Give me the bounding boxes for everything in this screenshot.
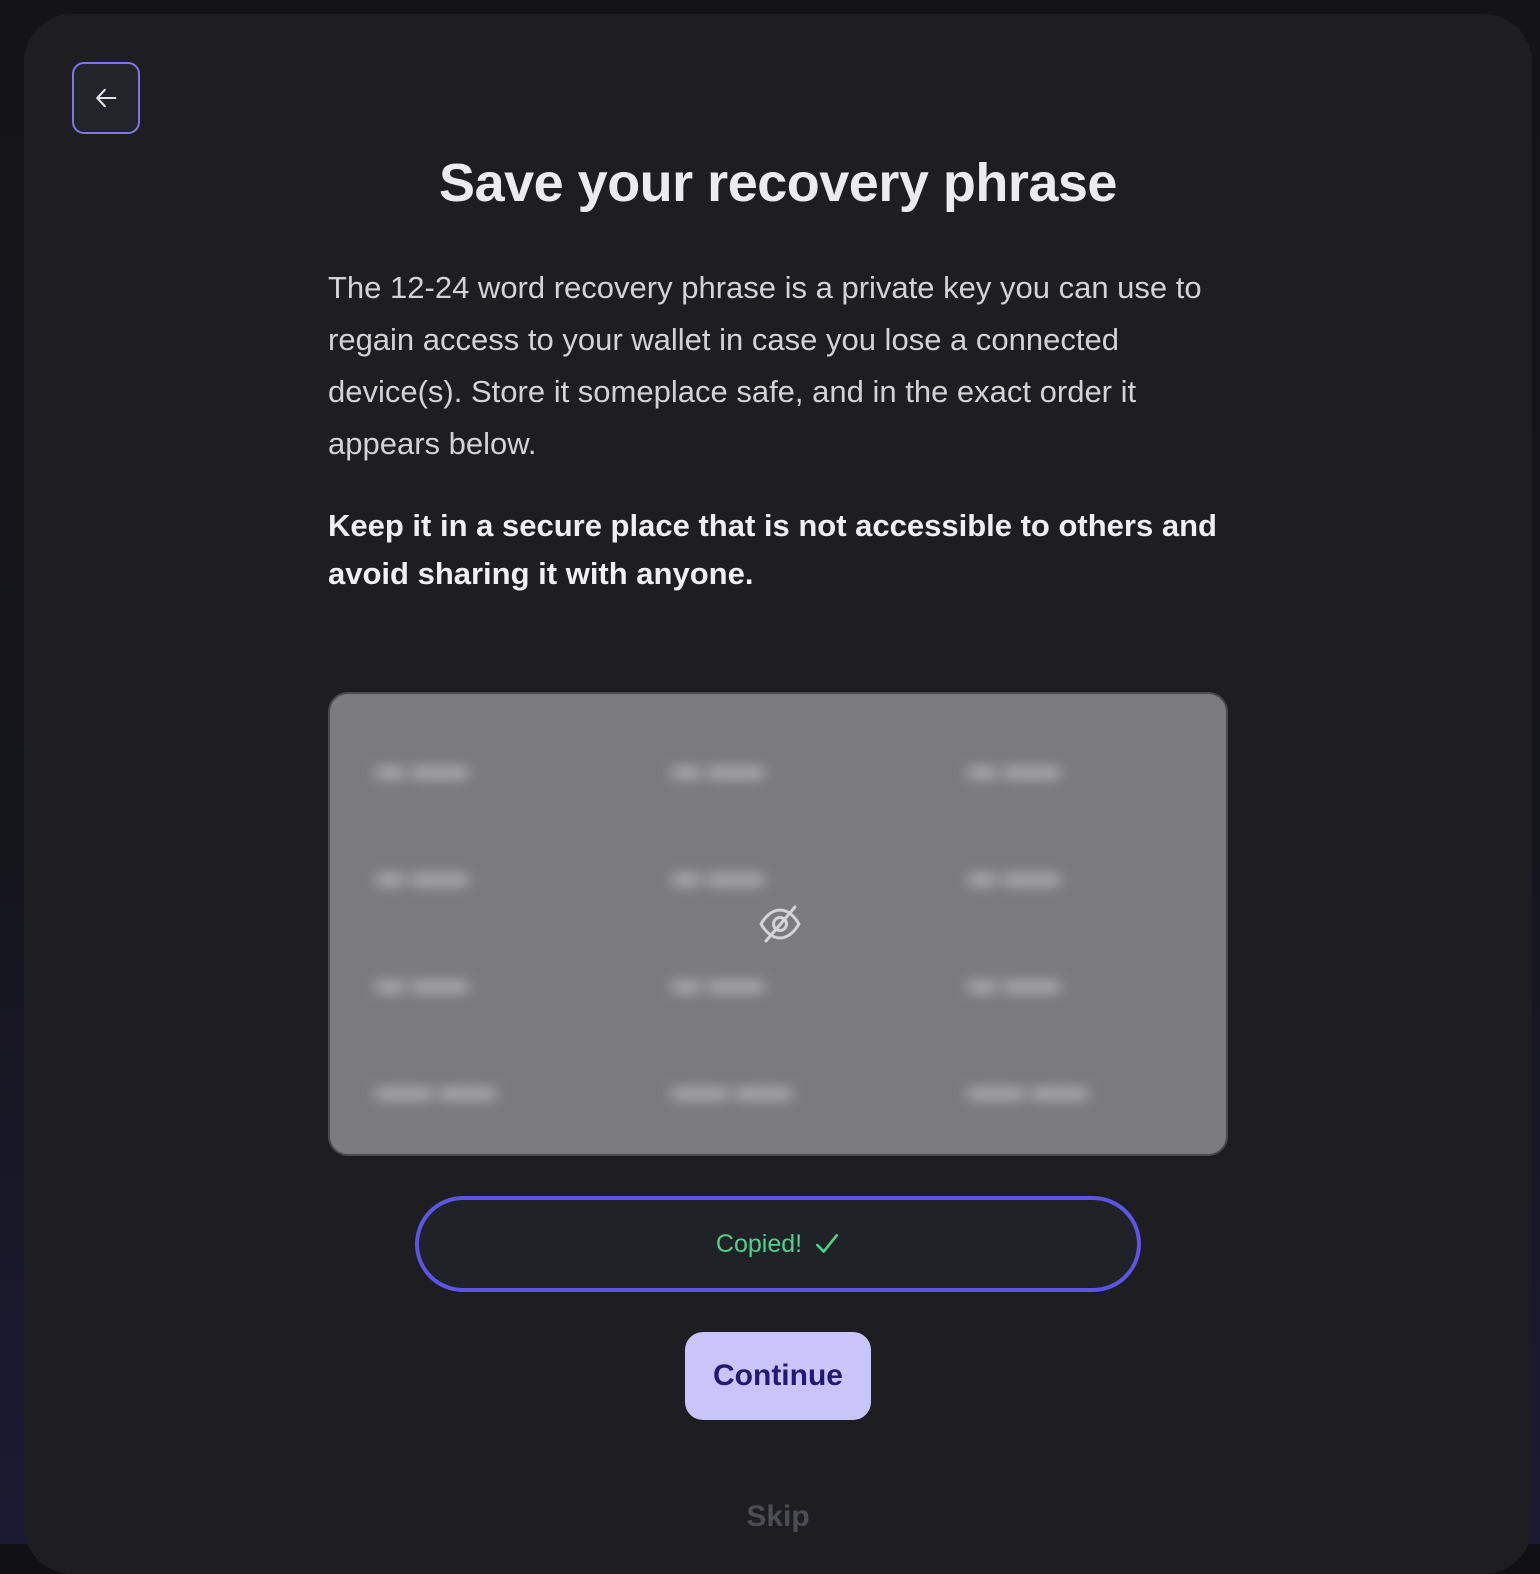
phrase-word-placeholder: ▬ ▬▬	[376, 752, 468, 783]
phrase-word-placeholder: ▬ ▬▬	[672, 752, 764, 783]
phrase-word-placeholder: ▬ ▬▬	[968, 752, 1060, 783]
recovery-phrase-box[interactable]: ▬ ▬▬ ▬ ▬▬ ▬ ▬▬ ▬ ▬▬ ▬ ▬▬ ▬ ▬▬ ▬ ▬▬ ▬ ▬▬ …	[328, 692, 1228, 1156]
phrase-word-placeholder: ▬ ▬▬	[672, 859, 764, 890]
phrase-word-placeholder: ▬ ▬▬	[376, 859, 468, 890]
copy-phrase-button[interactable]: Copied!	[415, 1196, 1141, 1292]
copy-status-label: Copied!	[715, 1229, 803, 1258]
phrase-word-placeholder: ▬ ▬▬	[376, 966, 468, 997]
phrase-word-placeholder: ▬▬ ▬▬	[672, 1073, 792, 1104]
back-button[interactable]	[72, 62, 140, 134]
checkmark-icon	[816, 1234, 839, 1253]
phrase-word-placeholder: ▬ ▬▬	[968, 966, 1060, 997]
phrase-word-placeholder: ▬▬ ▬▬	[376, 1073, 496, 1104]
eye-off-icon	[759, 905, 801, 943]
continue-button[interactable]: Continue	[685, 1332, 871, 1420]
skip-link[interactable]: Skip	[24, 1500, 1532, 1534]
recovery-phrase-card: Save your recovery phrase The 12-24 word…	[24, 14, 1532, 1574]
phrase-word-placeholder: ▬ ▬▬	[968, 859, 1060, 890]
page-title: Save your recovery phrase	[439, 153, 1117, 213]
security-warning: Keep it in a secure place that is not ac…	[328, 508, 1217, 591]
arrow-left-icon	[96, 88, 117, 108]
phrase-word-placeholder: ▬▬ ▬▬	[968, 1073, 1088, 1104]
blurred-phrase-grid: ▬ ▬▬ ▬ ▬▬ ▬ ▬▬ ▬ ▬▬ ▬ ▬▬ ▬ ▬▬ ▬ ▬▬ ▬ ▬▬ …	[376, 740, 1196, 1154]
description-text: The 12-24 word recovery phrase is a priv…	[328, 270, 1202, 461]
phrase-word-placeholder: ▬ ▬▬	[672, 966, 764, 997]
